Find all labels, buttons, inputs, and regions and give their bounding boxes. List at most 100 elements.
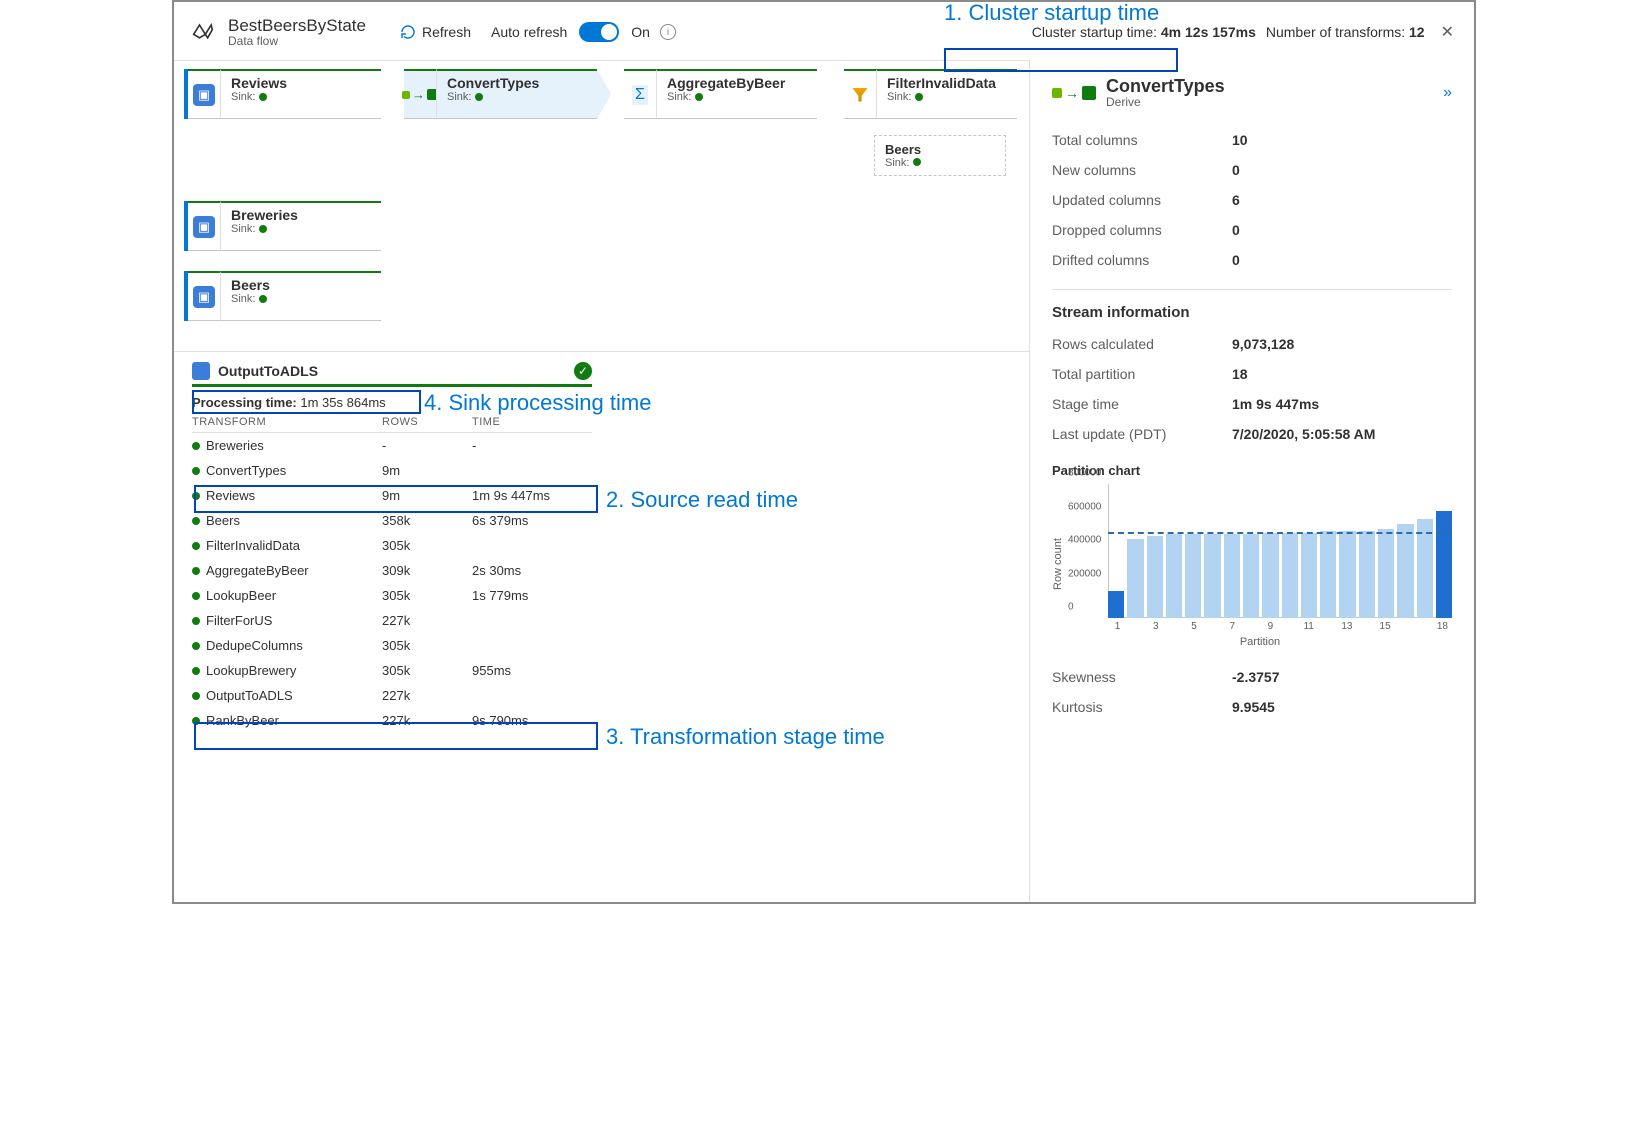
source-icon: ▣ bbox=[193, 84, 215, 106]
kv-row: Dropped columns0 bbox=[1052, 215, 1452, 245]
close-button[interactable]: ✕ bbox=[1435, 22, 1460, 42]
kv-row: Last update (PDT)7/20/2020, 5:05:58 AM bbox=[1052, 419, 1452, 449]
expand-button[interactable]: » bbox=[1443, 84, 1452, 102]
node-breweries[interactable]: ▣ Breweries Sink: bbox=[184, 201, 395, 251]
dataflow-icon bbox=[188, 17, 218, 47]
auto-refresh-toggle[interactable] bbox=[579, 22, 619, 42]
chart-bar bbox=[1166, 534, 1182, 618]
chart-bar bbox=[1282, 533, 1298, 618]
chart-bar bbox=[1147, 536, 1163, 618]
node-reviews[interactable]: ▣ Reviews Sink: bbox=[184, 69, 395, 119]
chart-bar bbox=[1108, 591, 1124, 618]
detail-title: ConvertTypes bbox=[1106, 76, 1225, 97]
startup-time-value: 4m 12s 157ms bbox=[1161, 24, 1256, 40]
chart-bar bbox=[1262, 533, 1278, 618]
table-row[interactable]: LookupBrewery 305k 955ms bbox=[192, 658, 592, 683]
chart-xtick: 3 bbox=[1153, 621, 1159, 632]
node-label: Reviews bbox=[231, 75, 371, 91]
refresh-icon bbox=[400, 24, 416, 40]
sink-header: OutputToADLS ✓ bbox=[192, 362, 592, 387]
success-icon: ✓ bbox=[574, 362, 592, 380]
table-row[interactable]: OutputToADLS 227k bbox=[192, 683, 592, 708]
node-aggregatebybeer[interactable]: Σ AggregateByBeer Sink: bbox=[624, 69, 831, 119]
chart-bar bbox=[1243, 534, 1259, 618]
kv-row: Total partition18 bbox=[1052, 359, 1452, 389]
chart-bar bbox=[1204, 534, 1220, 618]
node-filterinvaliddata[interactable]: FilterInvalidData Sink: bbox=[844, 69, 1017, 119]
chart-bar bbox=[1301, 533, 1317, 618]
node-beers[interactable]: ▣ Beers Sink: bbox=[184, 271, 395, 321]
kv-row: Skewness-2.3757 bbox=[1052, 662, 1452, 692]
table-row[interactable]: AggregateByBeer 309k 2s 30ms bbox=[192, 558, 592, 583]
auto-refresh-group: Auto refresh On i bbox=[481, 18, 686, 46]
chart-bar bbox=[1185, 534, 1201, 618]
kv-row: Kurtosis9.9545 bbox=[1052, 692, 1452, 722]
detail-header: → ConvertTypes Derive » bbox=[1052, 76, 1452, 109]
chart-bar bbox=[1378, 529, 1394, 618]
chart-ytick: 800000 bbox=[1068, 468, 1101, 479]
refresh-button[interactable]: Refresh bbox=[390, 20, 481, 44]
kv-row: Total columns10 bbox=[1052, 125, 1452, 155]
transforms-value: 12 bbox=[1409, 24, 1425, 40]
chart-xtick: 9 bbox=[1268, 621, 1274, 632]
chart-bar bbox=[1320, 531, 1336, 618]
partition-chart: Row count 0200000400000600000800000 1357… bbox=[1052, 484, 1452, 644]
auto-refresh-state: On bbox=[631, 24, 650, 40]
header-title-block: BestBeersByState Data flow bbox=[228, 16, 366, 48]
chart-xtick: 13 bbox=[1341, 621, 1352, 632]
node-converttypes[interactable]: → ConvertTypes Sink: bbox=[404, 69, 611, 119]
header: BestBeersByState Data flow Refresh Auto … bbox=[174, 2, 1474, 60]
chart-xlabel: Partition bbox=[1240, 636, 1280, 648]
chart-ytick: 0 bbox=[1068, 602, 1074, 613]
ghost-node-beers[interactable]: Beers Sink: bbox=[874, 135, 1006, 176]
node-label: Beers bbox=[231, 277, 371, 293]
auto-refresh-label: Auto refresh bbox=[491, 24, 567, 40]
table-row[interactable]: FilterForUS 227k bbox=[192, 608, 592, 633]
header-stats: Cluster startup time: 4m 12s 157ms Numbe… bbox=[1032, 22, 1460, 42]
chart-xtick: 18 bbox=[1437, 621, 1448, 632]
chart-ytick: 200000 bbox=[1068, 568, 1101, 579]
chart-bar bbox=[1224, 534, 1240, 618]
kv-row: Rows calculated9,073,128 bbox=[1052, 329, 1452, 359]
chart-ylabel: Row count bbox=[1052, 484, 1064, 644]
kv-row: Updated columns6 bbox=[1052, 185, 1452, 215]
table-row[interactable]: Reviews 9m 1m 9s 447ms bbox=[192, 483, 592, 508]
node-label: FilterInvalidData bbox=[887, 75, 1007, 91]
node-label: ConvertTypes bbox=[447, 75, 587, 91]
detail-subtitle: Derive bbox=[1106, 95, 1225, 109]
table-row[interactable]: DedupeColumns 305k bbox=[192, 633, 592, 658]
detail-panel: → ConvertTypes Derive » Total columns10N… bbox=[1029, 60, 1474, 902]
chart-xtick: 15 bbox=[1380, 621, 1391, 632]
derive-icon: → bbox=[1052, 85, 1096, 101]
table-row[interactable]: Breweries - - bbox=[192, 433, 592, 458]
table-row[interactable]: Beers 358k 6s 379ms bbox=[192, 508, 592, 533]
chart-bar bbox=[1127, 539, 1143, 618]
chart-bar bbox=[1359, 531, 1375, 618]
kv-row: Drifted columns0 bbox=[1052, 245, 1452, 275]
startup-time-label: Cluster startup time: bbox=[1032, 24, 1157, 40]
chart-xtick: 5 bbox=[1191, 621, 1197, 632]
transforms-label: Number of transforms: bbox=[1266, 24, 1405, 40]
chart-bar bbox=[1339, 531, 1355, 618]
chart-ytick: 600000 bbox=[1068, 501, 1101, 512]
chart-ytick: 400000 bbox=[1068, 535, 1101, 546]
table-row[interactable]: ConvertTypes 9m bbox=[192, 458, 592, 483]
node-label: AggregateByBeer bbox=[667, 75, 807, 91]
table-row[interactable]: FilterInvalidData 305k bbox=[192, 533, 592, 558]
filter-icon bbox=[852, 88, 868, 102]
sink-icon bbox=[192, 362, 210, 380]
dataflow-title: BestBeersByState bbox=[228, 16, 366, 36]
chart-xtick: 1 bbox=[1115, 621, 1121, 632]
node-label: Breweries bbox=[231, 207, 371, 223]
chart-bar bbox=[1436, 511, 1452, 618]
app-root: 1. Cluster startup time 2. Source read t… bbox=[172, 0, 1476, 904]
table-header: TRANSFORM ROWS TIME bbox=[192, 412, 592, 433]
table-row[interactable]: RankByBeer 227k 9s 790ms bbox=[192, 708, 592, 733]
table-row[interactable]: LookupBeer 305k 1s 779ms bbox=[192, 583, 592, 608]
chart-xtick: 7 bbox=[1229, 621, 1235, 632]
chart-xtick: 11 bbox=[1303, 621, 1313, 632]
kv-row: New columns0 bbox=[1052, 155, 1452, 185]
info-icon[interactable]: i bbox=[660, 24, 676, 40]
source-icon: ▣ bbox=[193, 286, 215, 308]
aggregate-icon: Σ bbox=[632, 85, 648, 105]
